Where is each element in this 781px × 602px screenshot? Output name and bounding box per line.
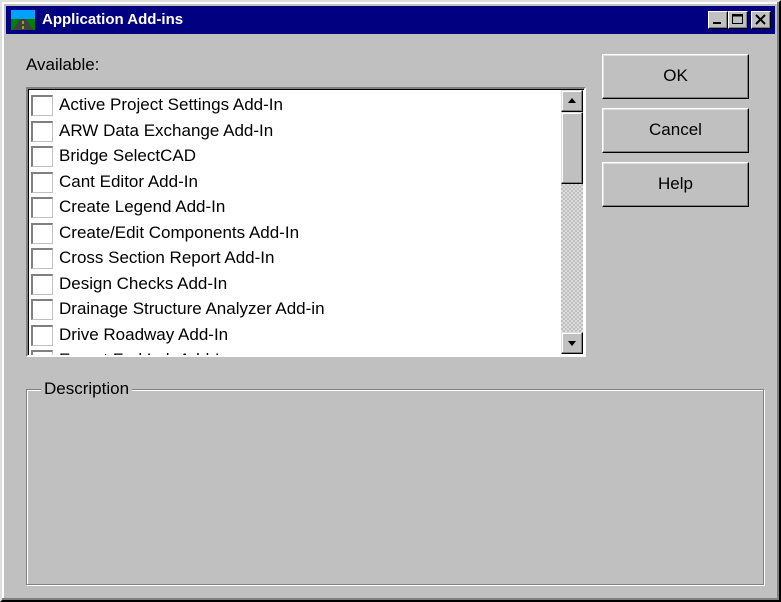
addin-label: Export Fed Lab Add-In [59, 349, 229, 355]
available-addins-list[interactable]: Active Project Settings Add-In ARW Data E… [26, 87, 586, 357]
addin-label: Drainage Structure Analyzer Add-in [59, 299, 325, 318]
addin-checkbox[interactable] [31, 95, 53, 116]
description-label: Description [41, 378, 133, 400]
addin-checkbox[interactable] [31, 120, 53, 142]
description-group: Description [26, 378, 764, 585]
addin-checkbox[interactable] [31, 248, 53, 269]
scroll-up-button[interactable] [561, 90, 583, 112]
maximize-button[interactable] [728, 11, 748, 29]
list-item[interactable]: Cross Section Report Add-In [31, 245, 561, 271]
addin-label: Cant Editor Add-In [59, 171, 198, 191]
minimize-button[interactable] [708, 11, 728, 29]
addin-checkbox[interactable] [31, 171, 53, 193]
minimize-icon [713, 22, 721, 24]
addin-checkbox[interactable] [31, 222, 53, 244]
addin-checkbox[interactable] [31, 350, 53, 355]
list-item[interactable]: Create/Edit Components Add-In [31, 220, 561, 246]
list-items: Active Project Settings Add-In ARW Data E… [31, 92, 561, 355]
available-label: Available: [26, 55, 100, 74]
close-button[interactable] [751, 11, 771, 29]
list-item[interactable]: ARW Data Exchange Add-In [31, 118, 561, 144]
list-item[interactable]: Export Fed Lab Add-In [31, 347, 561, 355]
addin-checkbox[interactable] [31, 146, 53, 167]
scroll-down-button[interactable] [561, 332, 583, 354]
close-icon [755, 14, 766, 25]
ok-button[interactable]: OK [602, 54, 749, 99]
list-item[interactable]: Active Project Settings Add-In [31, 92, 561, 118]
addin-label: Design Checks Add-In [59, 273, 228, 293]
list-item[interactable]: Bridge SelectCAD [31, 143, 561, 169]
addin-checkbox[interactable] [31, 273, 53, 295]
addin-label: Drive Roadway Add-In [59, 324, 229, 344]
addin-label: Create/Edit Components Add-In [59, 222, 300, 242]
addin-label: Create Legend Add-In [59, 197, 226, 216]
arrow-down-icon [568, 341, 576, 346]
list-item[interactable]: Cant Editor Add-In [31, 169, 561, 195]
cancel-button[interactable]: Cancel [602, 108, 749, 153]
window-title: Application Add-ins [42, 11, 184, 28]
addin-label: Active Project Settings Add-In [59, 95, 283, 114]
maximize-icon [732, 14, 743, 24]
list-item[interactable]: Drive Roadway Add-In [31, 322, 561, 348]
arrow-up-icon [568, 98, 576, 103]
addin-label: Cross Section Report Add-In [59, 248, 275, 267]
addin-checkbox[interactable] [31, 324, 53, 346]
addin-label: Bridge SelectCAD [59, 146, 197, 165]
application-addins-dialog: Application Add-ins Available: Active Pr… [0, 0, 781, 602]
addin-label: ARW Data Exchange Add-In [59, 120, 274, 140]
vertical-scrollbar[interactable] [561, 90, 583, 354]
list-item[interactable]: Create Legend Add-In [31, 194, 561, 220]
scroll-thumb[interactable] [561, 112, 583, 184]
addin-checkbox[interactable] [31, 197, 53, 218]
list-item[interactable]: Drainage Structure Analyzer Add-in [31, 296, 561, 322]
list-item[interactable]: Design Checks Add-In [31, 271, 561, 297]
title-bar[interactable]: Application Add-ins [6, 6, 775, 34]
help-button[interactable]: Help [602, 162, 749, 207]
road-app-icon [11, 10, 35, 30]
addin-checkbox[interactable] [31, 299, 53, 320]
